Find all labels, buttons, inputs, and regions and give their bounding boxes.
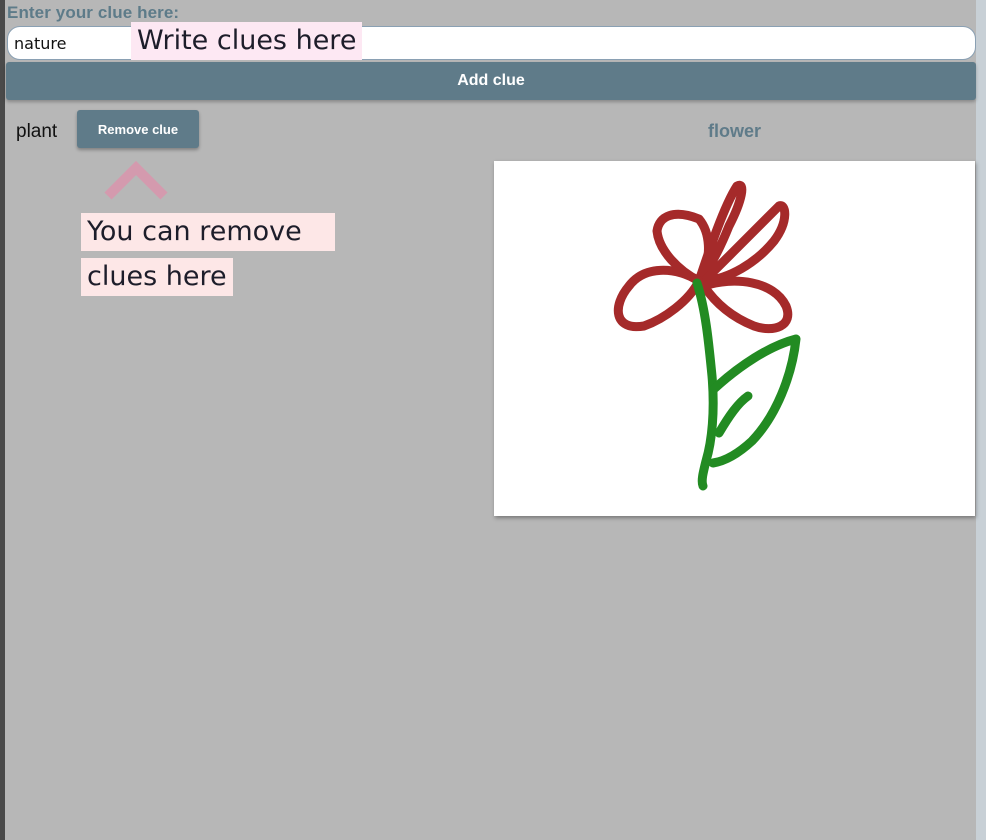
write-clues-tooltip: Write clues here xyxy=(131,22,363,60)
up-arrow-icon xyxy=(104,160,168,200)
remove-clues-tooltip-line2: clues here xyxy=(81,258,233,296)
flower-leaf xyxy=(708,334,801,468)
add-clue-button[interactable]: Add clue xyxy=(6,62,976,100)
window-left-edge xyxy=(0,0,5,840)
drawing-canvas xyxy=(494,161,975,516)
remove-clues-tooltip-line1: You can remove xyxy=(81,213,335,251)
window-scrollbar[interactable] xyxy=(976,0,986,840)
clue-input-label: Enter your clue here: xyxy=(7,3,180,22)
flower-drawing-icon xyxy=(613,180,801,491)
remove-clue-button[interactable]: Remove clue xyxy=(77,110,199,148)
flower-leaf-vein xyxy=(714,391,753,438)
flower-stem xyxy=(692,278,718,491)
flower-petal xyxy=(699,276,793,334)
flower-petal xyxy=(613,265,704,332)
clue-item-text: plant xyxy=(16,121,58,142)
drawing-title: flower xyxy=(707,121,761,141)
